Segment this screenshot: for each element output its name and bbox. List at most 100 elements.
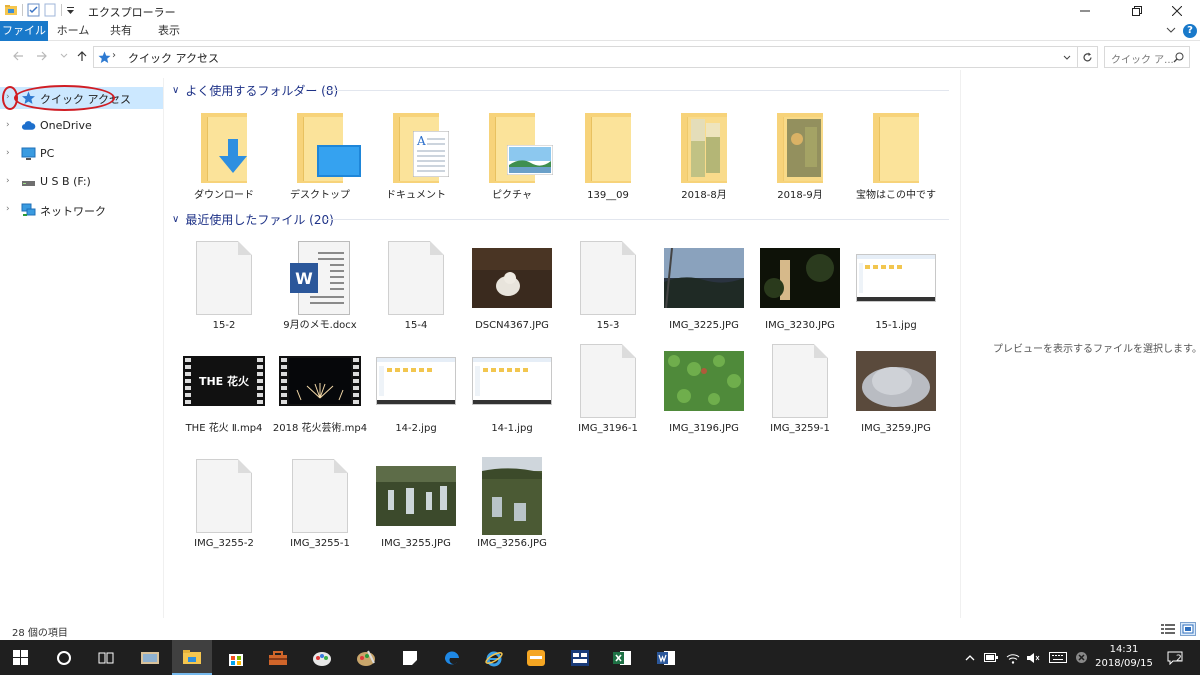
file-item[interactable]: 15-1.jpg <box>848 238 944 338</box>
taskbar-app-word[interactable] <box>646 640 686 675</box>
tab-file[interactable]: ファイル <box>0 21 48 41</box>
recent-locations-button[interactable] <box>56 48 72 64</box>
expand-chevron-icon[interactable]: › <box>6 148 10 158</box>
tab-view[interactable]: 表示 <box>146 21 192 41</box>
refresh-icon <box>1083 52 1092 61</box>
blank-file-icon <box>580 241 636 315</box>
taskbar-app-photos[interactable] <box>130 640 170 675</box>
file-item[interactable]: DSCN4367.JPG <box>464 238 560 338</box>
taskbar-app-paint-palette[interactable] <box>346 640 386 675</box>
start-button[interactable] <box>0 640 40 675</box>
folder-2018-09[interactable]: 2018-9月 <box>752 108 848 208</box>
expand-chevron-icon[interactable]: › <box>6 204 10 214</box>
file-item[interactable]: IMG_3255.JPG <box>368 456 464 556</box>
folder-139-09[interactable]: 139__09 <box>560 108 656 208</box>
taskbar-app-edge[interactable] <box>432 640 472 675</box>
close-button[interactable] <box>1154 0 1200 21</box>
file-item[interactable]: THE 花火 THE 花火 Ⅱ.mp4 <box>176 341 272 441</box>
address-bar[interactable]: › クイック アクセス › <box>93 46 1078 68</box>
action-center-button[interactable]: 2 <box>1162 640 1188 675</box>
taskbar-app-file-explorer[interactable] <box>172 640 212 675</box>
details-view-button[interactable] <box>1160 622 1176 636</box>
large-icons-view-button[interactable] <box>1180 622 1196 636</box>
file-item[interactable]: W 9月のメモ.docx <box>272 238 368 338</box>
expand-chevron-icon[interactable]: › <box>6 176 10 186</box>
taskbar-app-internet-explorer[interactable] <box>474 640 514 675</box>
taskbar-app-kana[interactable] <box>560 640 600 675</box>
battery-button[interactable] <box>982 640 1000 675</box>
show-hidden-icons-button[interactable] <box>962 640 978 675</box>
back-button[interactable] <box>10 48 26 64</box>
group-header-recent-files[interactable]: ∨ 最近使用したファイル (20) <box>172 210 334 228</box>
file-item[interactable]: IMG_3259-1 <box>752 341 848 441</box>
nav-label: ネットワーク <box>40 205 106 218</box>
file-item[interactable]: IMG_3196-1 <box>560 341 656 441</box>
tab-share[interactable]: 共有 <box>98 21 144 41</box>
properties-icon[interactable] <box>27 3 40 17</box>
taskbar-app-store[interactable] <box>216 640 256 675</box>
group-title: よく使用するフォルダー (8) <box>185 83 339 98</box>
expand-ribbon-icon[interactable] <box>1166 25 1176 38</box>
forward-button[interactable] <box>34 48 50 64</box>
help-icon[interactable]: ? <box>1183 24 1197 38</box>
search-box[interactable]: クイック ア... <box>1104 46 1190 68</box>
folder-label: 139__09 <box>587 190 629 201</box>
back-arrow-icon <box>13 51 23 61</box>
clock[interactable]: 14:31 2018/09/15 <box>1090 643 1158 671</box>
file-item[interactable]: IMG_3255-2 <box>176 456 272 556</box>
taskbar-app-toolbox[interactable] <box>258 640 298 675</box>
folder-pictures[interactable]: ピクチャ <box>464 108 560 208</box>
divider <box>61 4 62 16</box>
collapse-chevron-icon[interactable]: ∨ <box>172 85 179 96</box>
nav-item-pc[interactable]: › PC <box>0 143 163 165</box>
file-item[interactable]: IMG_3259.JPG <box>848 341 944 441</box>
keyboard-button[interactable] <box>1046 640 1070 675</box>
nav-item-onedrive[interactable]: › OneDrive <box>0 115 163 137</box>
taskbar-app-sticky-notes[interactable] <box>390 640 430 675</box>
file-item[interactable]: IMG_3225.JPG <box>656 238 752 338</box>
task-view-button[interactable] <box>86 640 126 675</box>
up-button[interactable] <box>74 48 90 64</box>
customize-dropdown-icon[interactable] <box>66 5 75 15</box>
file-item[interactable]: IMG_3256.JPG <box>464 456 560 556</box>
collapse-chevron-icon[interactable]: ∨ <box>172 214 179 225</box>
nav-item-network[interactable]: › ネットワーク <box>0 199 163 221</box>
cortana-button[interactable] <box>44 640 84 675</box>
folder-desktop[interactable]: デスクトップ <box>272 108 368 208</box>
group-header-frequent-folders[interactable]: ∨ よく使用するフォルダー (8) <box>172 81 338 99</box>
blank-file-icon <box>388 241 444 315</box>
folder-treasure[interactable]: 宝物はこの中です <box>848 108 944 208</box>
file-item[interactable]: IMG_3196.JPG <box>656 341 752 441</box>
taskbar-app-paint[interactable] <box>302 640 342 675</box>
file-item[interactable]: IMG_3255-1 <box>272 456 368 556</box>
file-item[interactable]: 15-3 <box>560 238 656 338</box>
expand-chevron-icon[interactable]: › <box>6 120 10 130</box>
new-folder-icon[interactable] <box>44 3 57 17</box>
file-item[interactable]: 15-4 <box>368 238 464 338</box>
file-item[interactable]: 2018 花火芸術.mp4 <box>272 341 368 441</box>
volume-button[interactable] <box>1024 640 1042 675</box>
folder-downloads[interactable]: ダウンロード <box>176 108 272 208</box>
ime-mode-button[interactable] <box>1072 640 1090 675</box>
folder-2018-08[interactable]: 2018-8月 <box>656 108 752 208</box>
wifi-button[interactable] <box>1004 640 1022 675</box>
screenshot-thumbnail-icon <box>856 254 936 302</box>
file-item[interactable]: 14-2.jpg <box>368 341 464 441</box>
refresh-button[interactable] <box>1078 46 1098 68</box>
minimize-button[interactable] <box>1062 0 1108 21</box>
folder-icon <box>489 113 553 183</box>
breadcrumb-chevron-icon[interactable]: › <box>202 50 206 61</box>
address-dropdown-icon[interactable] <box>1063 54 1071 62</box>
tab-home[interactable]: ホーム <box>50 21 96 41</box>
file-item[interactable]: IMG_3230.JPG <box>752 238 848 338</box>
folder-documents[interactable]: A ドキュメント <box>368 108 464 208</box>
taskbar-app-orange[interactable] <box>516 640 556 675</box>
file-label: IMG_3230.JPG <box>765 320 835 331</box>
nav-item-usb[interactable]: › U S B (F:) <box>0 171 163 193</box>
chevron-up-icon <box>965 654 975 660</box>
file-item[interactable]: 15-2 <box>176 238 272 338</box>
monitor-icon <box>21 147 36 160</box>
taskbar-app-excel[interactable] <box>602 640 642 675</box>
clock-time: 14:31 <box>1109 644 1139 655</box>
file-item[interactable]: 14-1.jpg <box>464 341 560 441</box>
